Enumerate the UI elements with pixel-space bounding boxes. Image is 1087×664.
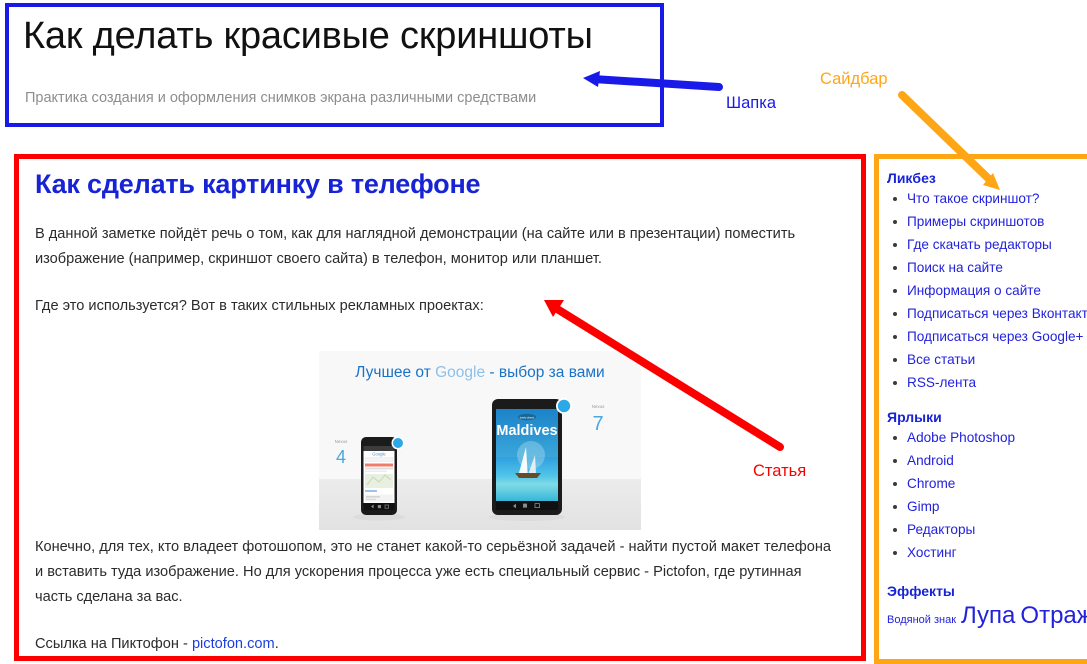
promo-headline-brand: Google xyxy=(435,364,485,381)
list-item[interactable]: Информация о сайте xyxy=(887,283,1087,299)
article-paragraph-2: Где это используется? Вот в таких стильн… xyxy=(35,298,484,314)
annotation-label-header: Шапка xyxy=(726,94,776,112)
article-region: Как сделать картинку в телефоне В данной… xyxy=(14,154,866,661)
list-item[interactable]: Android xyxy=(887,453,1087,469)
article-paragraph-4: Ссылка на Пиктофон - pictofon.com. xyxy=(35,632,840,656)
sidebar-link-chrome[interactable]: Chrome xyxy=(907,476,955,491)
sidebar-link-hosting[interactable]: Хостинг xyxy=(907,545,957,560)
sidebar-link-list-labels: Adobe Photoshop Android Chrome Gimp Реда… xyxy=(887,430,1087,561)
site-header-region: Как делать красивые скриншоты Практика с… xyxy=(5,3,664,127)
list-item[interactable]: Подписаться через Вконтакте xyxy=(887,306,1087,322)
annotation-label-article: Статья xyxy=(753,462,807,480)
sidebar-link-list-likbez: Что такое скриншот? Примеры скриншотов Г… xyxy=(887,191,1087,391)
promo-tablet-screen-title: Maldives xyxy=(496,423,557,439)
promo-phone-brand: Google xyxy=(372,452,386,457)
page-subtitle: Практика создания и оформления снимков э… xyxy=(25,90,537,106)
widget-title-effects: Эффекты xyxy=(887,583,955,599)
sidebar-widget-effects: Эффекты Водяной знак ЛупаОтраже xyxy=(887,583,1087,628)
tag-magnifier[interactable]: Лупа xyxy=(961,602,1015,629)
pictofon-link[interactable]: pictofon.com xyxy=(192,636,275,652)
sidebar-link-all-articles[interactable]: Все статьи xyxy=(907,352,975,367)
article-paragraph-3: Конечно, для тех, кто владеет фотошопом,… xyxy=(35,539,832,605)
list-item[interactable]: Примеры скриншотов xyxy=(887,214,1087,230)
list-item[interactable]: Хостинг xyxy=(887,545,1087,561)
tag-watermark[interactable]: Водяной знак xyxy=(887,614,956,626)
sidebar-link-rss-feed[interactable]: RSS-лента xyxy=(907,375,976,390)
pictofon-suffix: . xyxy=(274,636,279,652)
pictofon-prefix: Ссылка на Пиктофон - xyxy=(35,636,192,652)
promo-phone-label: Nexus xyxy=(335,439,349,444)
list-item[interactable]: RSS-лента xyxy=(887,375,1087,391)
list-item[interactable]: Где скачать редакторы xyxy=(887,237,1087,253)
sidebar-link-editors[interactable]: Редакторы xyxy=(907,522,975,537)
sidebar-link-site-info[interactable]: Информация о сайте xyxy=(907,283,1041,298)
promo-phone-number: 4 xyxy=(336,447,346,467)
list-item[interactable]: Chrome xyxy=(887,476,1087,492)
page-title: Как делать красивые скриншоты xyxy=(23,15,593,57)
promo-headline-after: - выбор за вами xyxy=(485,364,605,381)
list-item[interactable]: Поиск на сайте xyxy=(887,260,1087,276)
list-item[interactable]: Все статьи xyxy=(887,352,1087,368)
sidebar-link-android[interactable]: Android xyxy=(907,453,954,468)
article-paragraph-1: В данной заметке пойдёт речь о том, как … xyxy=(35,226,796,267)
sidebar-link-screenshot-examples[interactable]: Примеры скриншотов xyxy=(907,214,1044,229)
widget-title-likbez: Ликбез xyxy=(887,170,936,186)
sidebar-widget-likbez: Ликбез Что такое скриншот? Примеры скрин… xyxy=(887,170,1087,391)
sidebar-link-gimp[interactable]: Gimp xyxy=(907,499,939,514)
list-item[interactable]: Что такое скриншот? xyxy=(887,191,1087,207)
list-item[interactable]: Gimp xyxy=(887,499,1087,515)
promo-tablet-label: Nexus xyxy=(592,404,606,409)
sidebar-link-adobe-photoshop[interactable]: Adobe Photoshop xyxy=(907,430,1015,445)
list-item[interactable]: Подписаться через Google+ xyxy=(887,329,1087,345)
list-item[interactable]: Редакторы xyxy=(887,522,1087,538)
annotation-label-sidebar: Сайдбар xyxy=(820,70,888,88)
svg-text:Лучшее от Google - выбор за ва: Лучшее от Google - выбор за вами xyxy=(355,364,604,381)
promo-tablet-number: 7 xyxy=(592,413,603,435)
widget-title-labels: Ярлыки xyxy=(887,409,942,425)
sidebar-widget-labels: Ярлыки Adobe Photoshop Android Chrome Gi… xyxy=(887,409,1087,561)
tag-reflection[interactable]: Отраже xyxy=(1020,602,1087,629)
sidebar-link-subscribe-googleplus[interactable]: Подписаться через Google+ xyxy=(907,329,1083,344)
promo-headline-before: Лучшее от xyxy=(355,364,435,381)
sidebar-link-download-editors[interactable]: Где скачать редакторы xyxy=(907,237,1052,252)
sidebar-link-site-search[interactable]: Поиск на сайте xyxy=(907,260,1003,275)
promo-image-canvas: Лучшее от Google - выбор за вами Google xyxy=(319,351,641,530)
sidebar-tag-cloud: Водяной знак ЛупаОтраже xyxy=(887,604,1087,628)
article-title: Как сделать картинку в телефоне xyxy=(35,169,481,199)
sidebar-link-what-is-screenshot[interactable]: Что такое скриншот? xyxy=(907,191,1039,206)
svg-text:lonely planet: lonely planet xyxy=(520,415,535,419)
promo-image: Лучшее от Google - выбор за вами Google xyxy=(319,351,641,530)
list-item[interactable]: Adobe Photoshop xyxy=(887,430,1087,446)
promo-tablet-nexus7: lonely planet Maldives xyxy=(489,398,572,521)
sidebar-region: Ликбез Что такое скриншот? Примеры скрин… xyxy=(874,154,1087,664)
sidebar-link-subscribe-vkontakte[interactable]: Подписаться через Вконтакте xyxy=(907,306,1087,321)
